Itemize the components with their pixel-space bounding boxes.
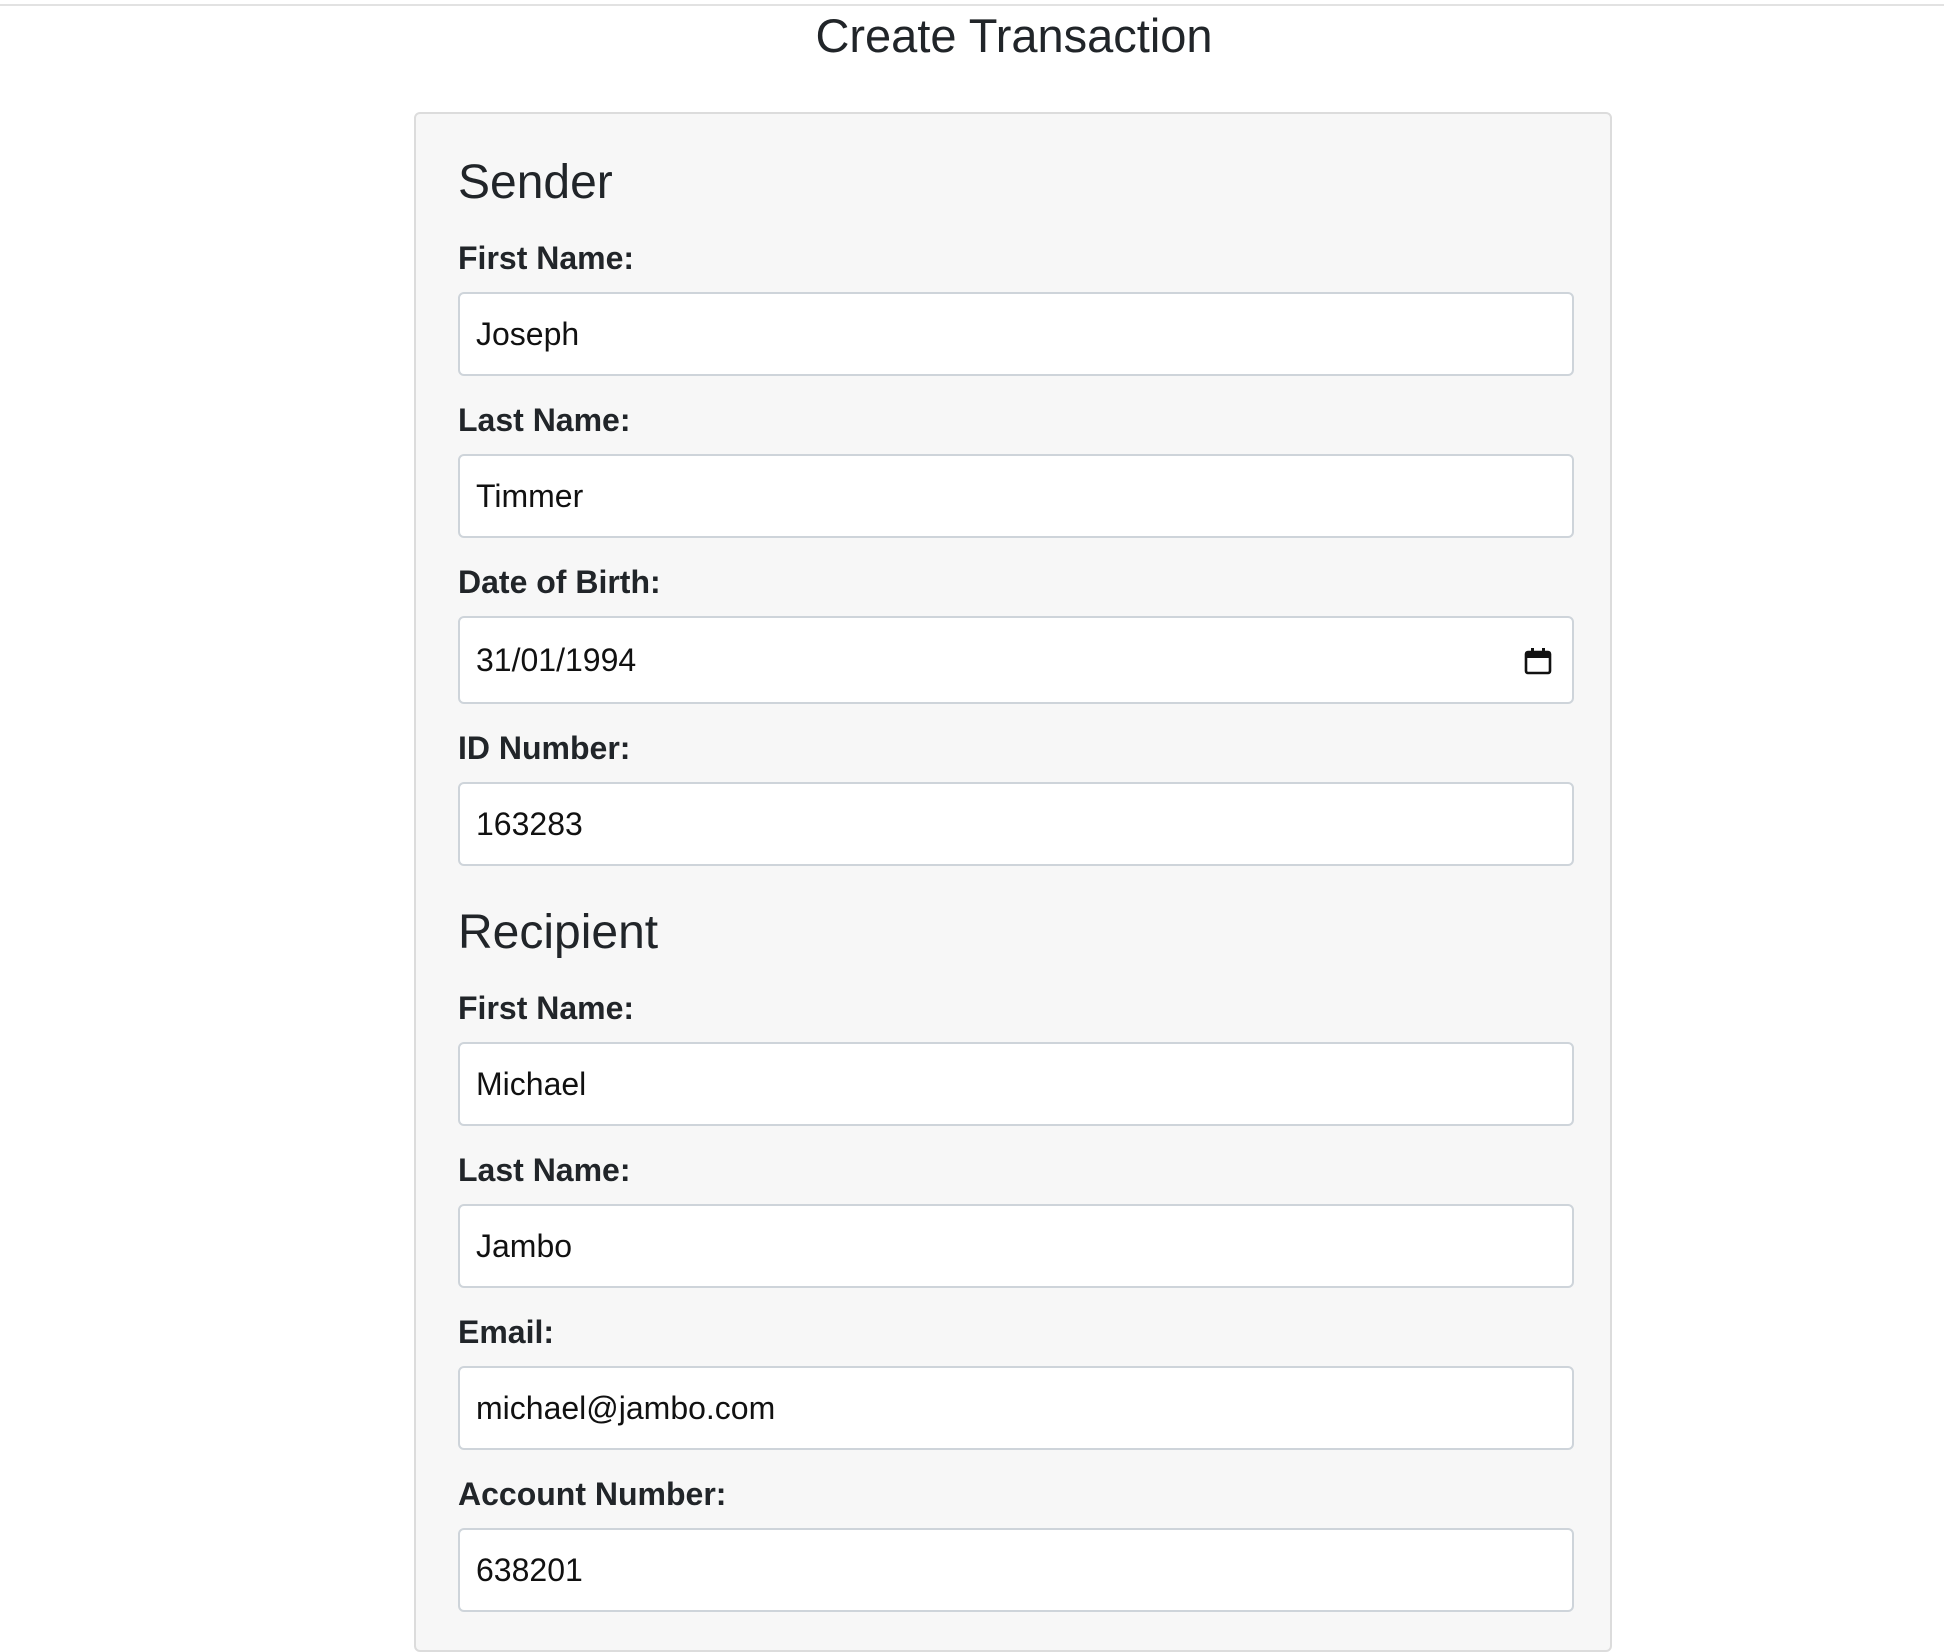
sender-first-name-input[interactable]: Joseph: [458, 292, 1574, 376]
recipient-account-number-label: Account Number:: [458, 1476, 727, 1512]
recipient-first-name-input[interactable]: Michael: [458, 1042, 1574, 1126]
sender-dob-label: Date of Birth:: [458, 564, 661, 600]
recipient-account-number-value: 638201: [476, 1551, 583, 1588]
sender-last-name-label: Last Name:: [458, 402, 631, 438]
transaction-form-card: Sender First Name: Joseph Last Name: Tim…: [414, 112, 1612, 1652]
sender-last-name-value: Timmer: [476, 477, 584, 514]
sender-last-name-input[interactable]: Timmer: [458, 454, 1574, 538]
sender-id-number-input[interactable]: 163283: [458, 782, 1574, 866]
recipient-email-input[interactable]: michael@jambo.com: [458, 1366, 1574, 1450]
sender-id-number-value: 163283: [476, 805, 583, 842]
recipient-account-number-input[interactable]: 638201: [458, 1528, 1574, 1612]
sender-heading: Sender: [458, 156, 613, 209]
recipient-first-name-label: First Name:: [458, 990, 635, 1026]
sender-dob-input[interactable]: 31/01/1994: [458, 616, 1574, 704]
sender-dob-value: 31/01/1994: [476, 641, 637, 678]
recipient-first-name-value: Michael: [476, 1065, 587, 1102]
recipient-last-name-value: Jambo: [476, 1227, 573, 1264]
top-divider: [0, 4, 1944, 6]
calendar-icon[interactable]: [1524, 646, 1552, 675]
sender-first-name-label: First Name:: [458, 240, 635, 276]
recipient-last-name-label: Last Name:: [458, 1152, 631, 1188]
sender-id-number-label: ID Number:: [458, 730, 631, 766]
sender-first-name-value: Joseph: [476, 315, 580, 352]
recipient-email-value: michael@jambo.com: [476, 1389, 776, 1426]
recipient-email-label: Email:: [458, 1314, 555, 1350]
page-title: Create Transaction: [815, 9, 1213, 62]
recipient-last-name-input[interactable]: Jambo: [458, 1204, 1574, 1288]
recipient-heading: Recipient: [458, 906, 659, 959]
